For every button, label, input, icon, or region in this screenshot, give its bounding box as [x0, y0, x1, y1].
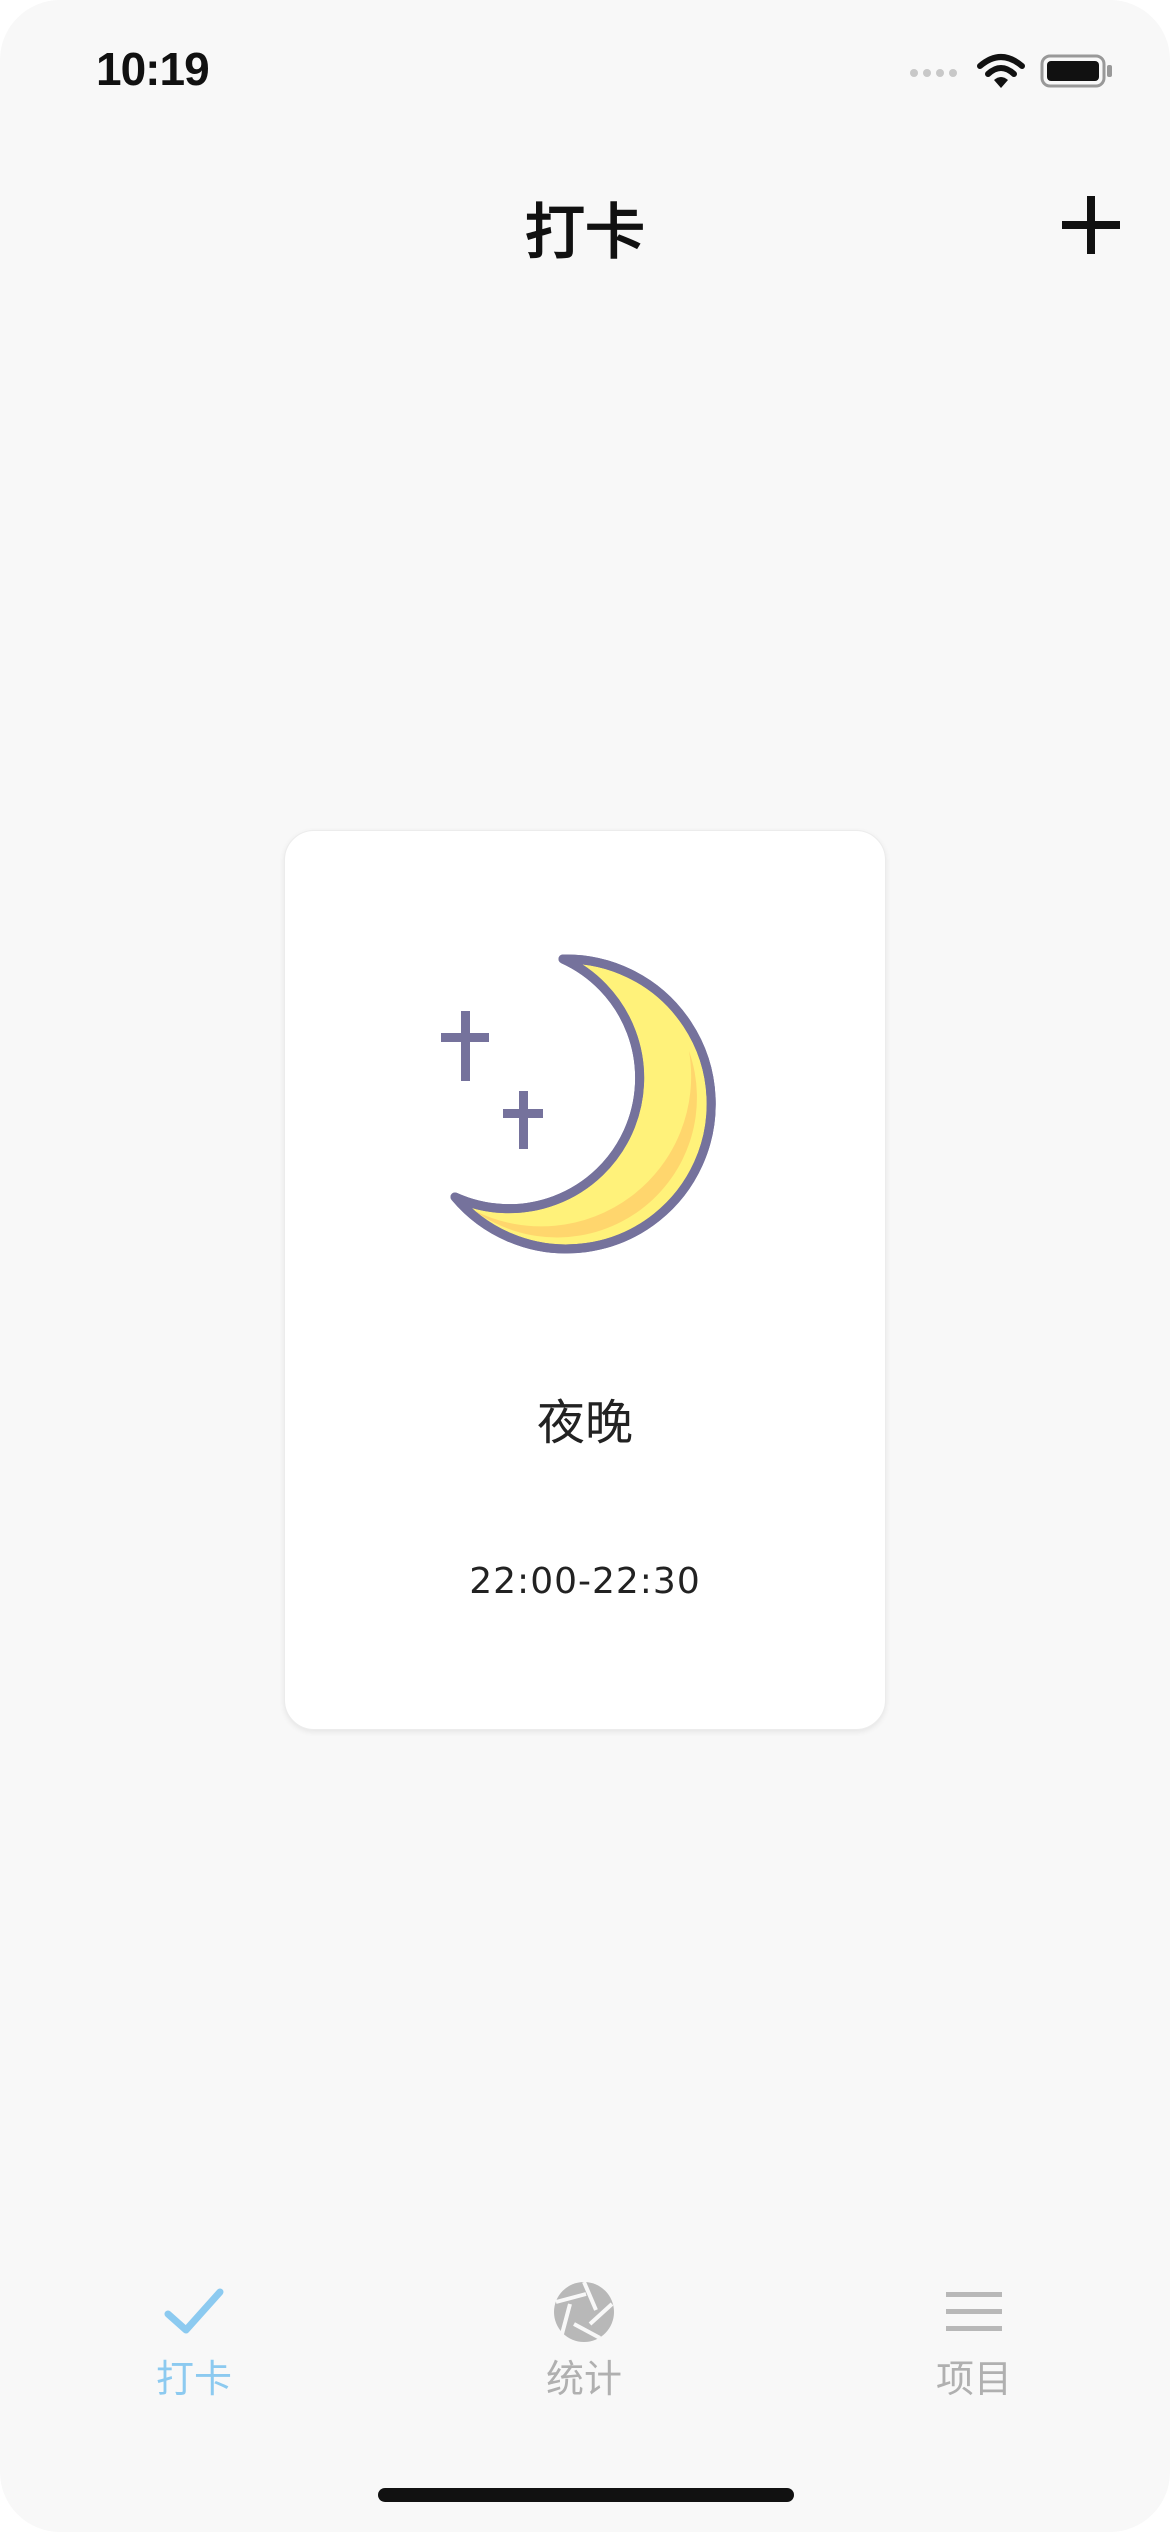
- moon-icon: [441, 954, 716, 1254]
- home-indicator[interactable]: [378, 2488, 794, 2502]
- tab-checkin[interactable]: 打卡: [84, 2260, 304, 2410]
- tab-bar: 打卡 统计 项目: [0, 2260, 1170, 2420]
- status-time: 10:19: [96, 43, 210, 95]
- aperture-icon: [554, 2281, 614, 2342]
- checkmark-icon: [164, 2288, 224, 2334]
- list-icon: [946, 2292, 1002, 2331]
- status-bar: 10:19: [0, 0, 1170, 150]
- app-screen: 10:19 打卡 夜晚 22:00-22:30 打卡 统计 项目: [0, 0, 1170, 2532]
- nav-header: 打卡: [0, 170, 1170, 280]
- tab-projects[interactable]: 项目: [864, 2260, 1084, 2410]
- signal-icon: [910, 69, 957, 77]
- tab-checkin-label: 打卡: [155, 2357, 232, 2401]
- card-time-range: 22:00-22:30: [469, 1561, 701, 1602]
- wifi-icon: [977, 54, 1025, 88]
- page-title: 打卡: [525, 198, 645, 268]
- checkin-card[interactable]: 夜晚 22:00-22:30: [284, 830, 886, 1730]
- status-icons: [908, 52, 1114, 90]
- tab-projects-label: 项目: [935, 2357, 1012, 2401]
- battery-icon: [1040, 54, 1112, 88]
- plus-icon: [1062, 196, 1120, 254]
- tab-stats[interactable]: 统计: [474, 2260, 694, 2410]
- add-button[interactable]: [1056, 190, 1126, 260]
- card-title: 夜晚: [536, 1395, 633, 1451]
- tab-stats-label: 统计: [545, 2357, 622, 2401]
